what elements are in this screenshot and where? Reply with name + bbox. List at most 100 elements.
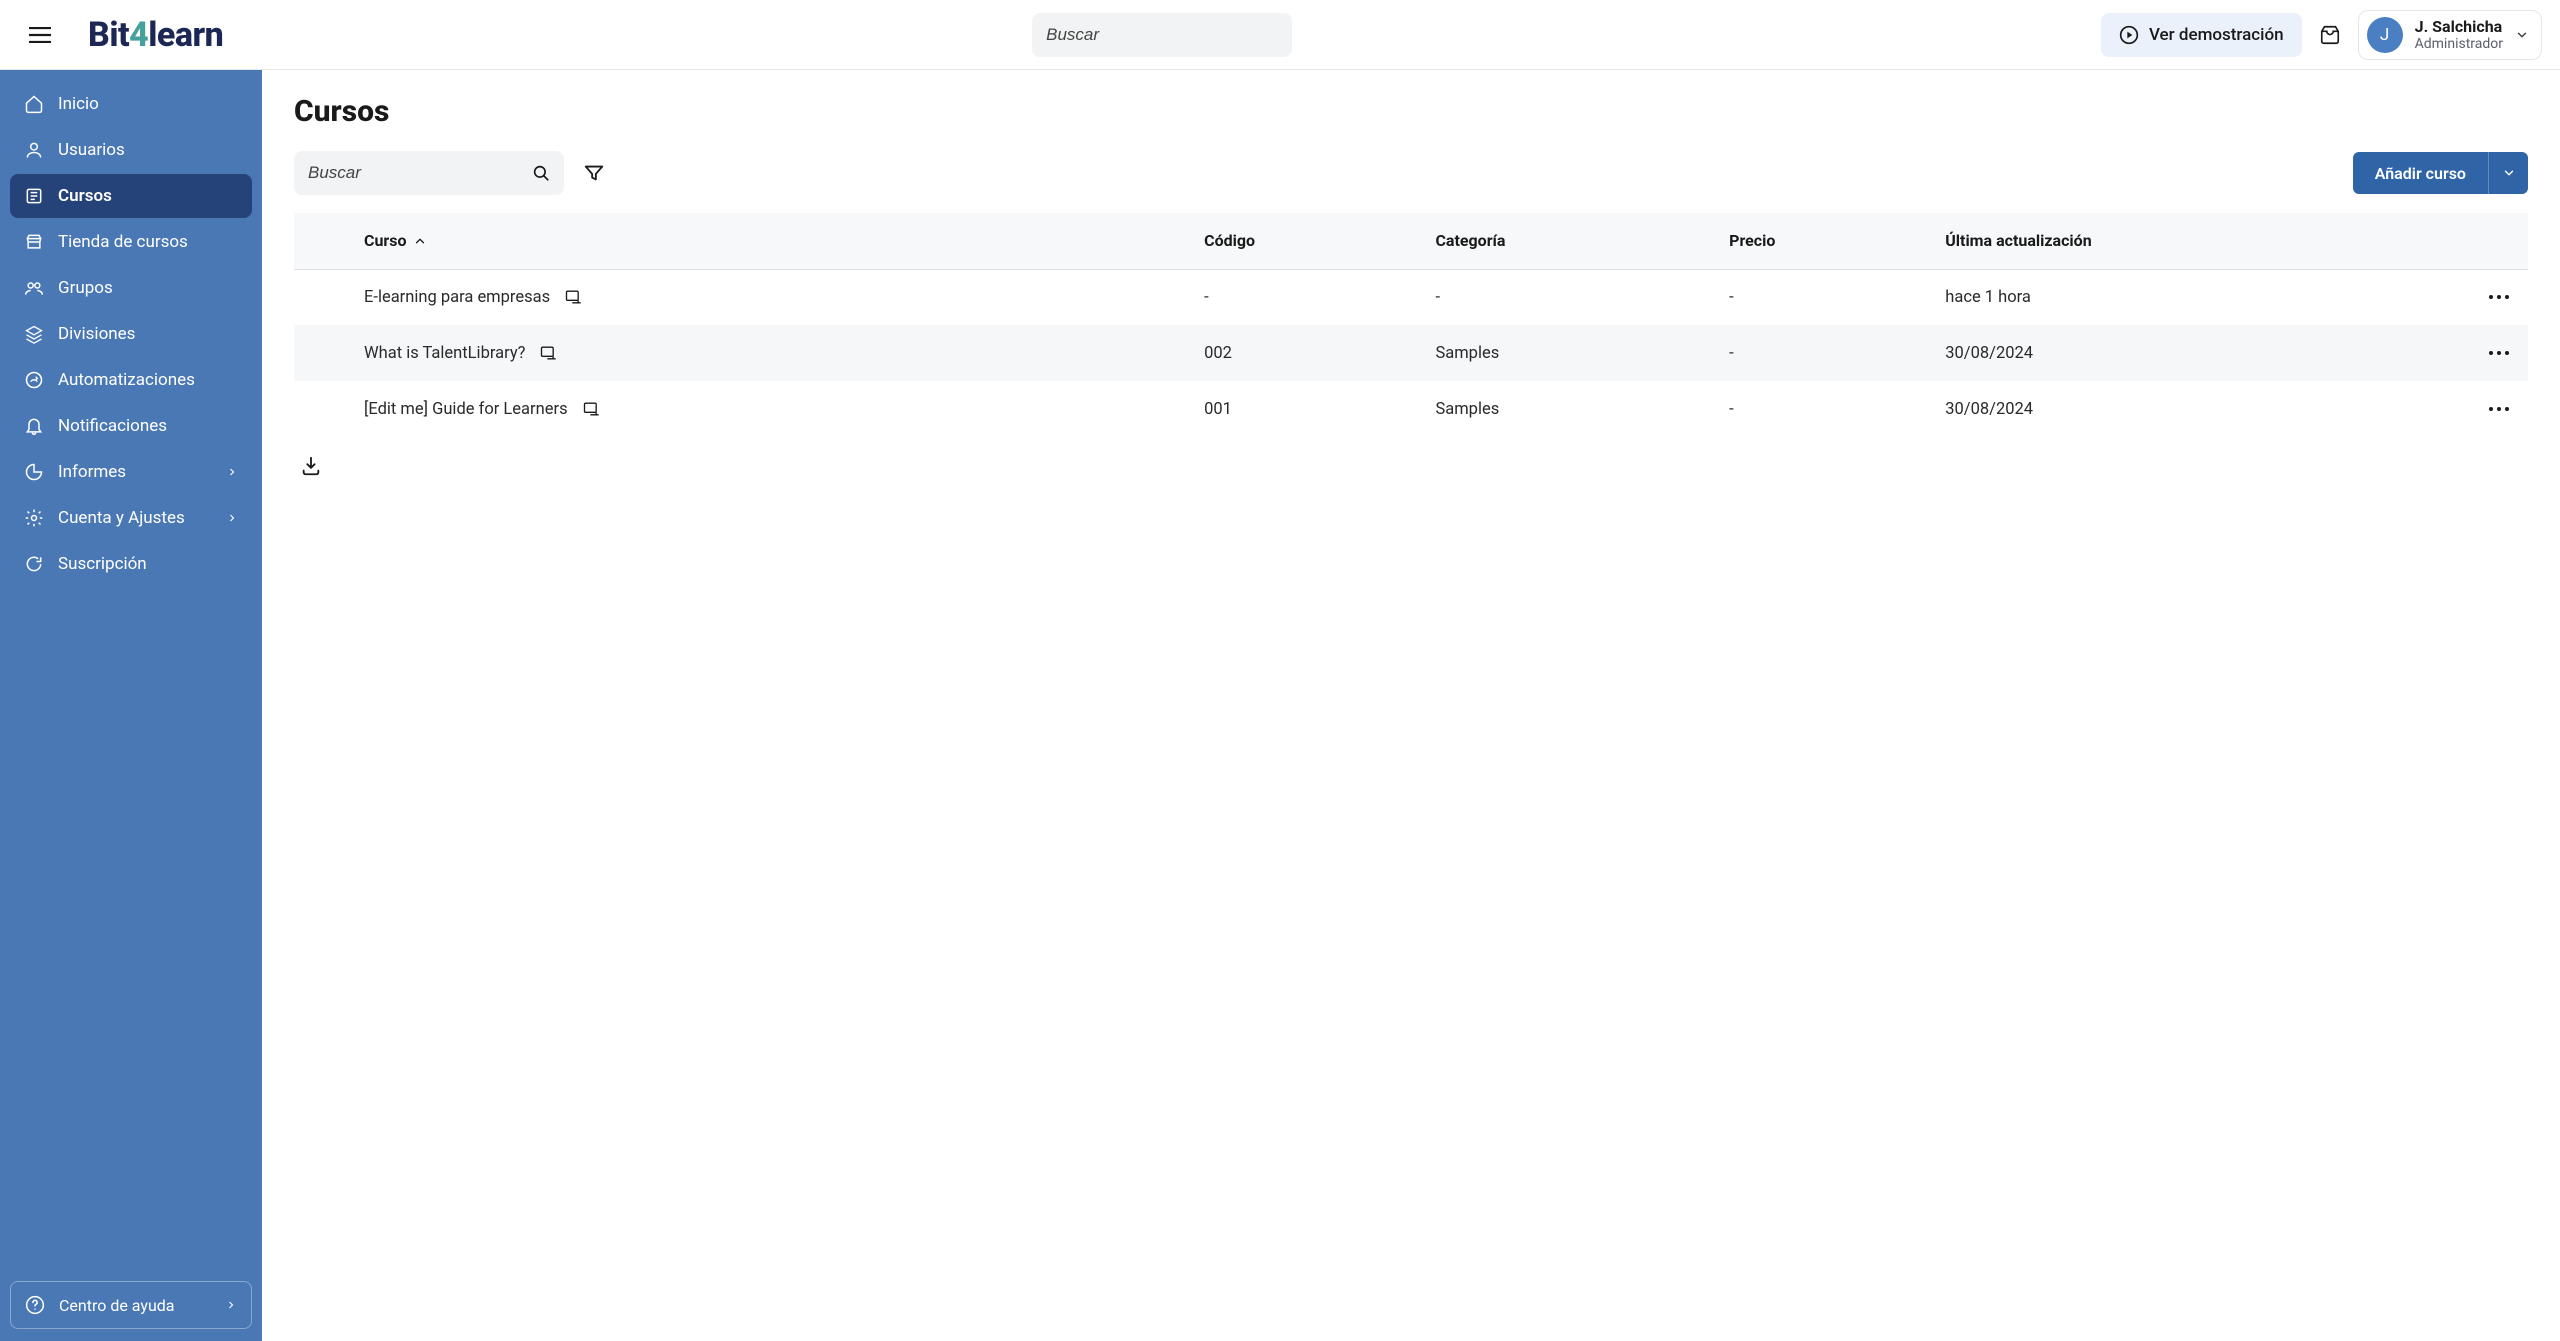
user-menu[interactable]: J J. Salchicha Administrador: [2358, 10, 2542, 60]
help-center-label: Centro de ayuda: [59, 1296, 175, 1315]
filter-button[interactable]: [582, 161, 606, 185]
sidebar-item-suscripcion[interactable]: Suscripción: [10, 542, 252, 586]
sidebar-item-label: Automatizaciones: [58, 370, 195, 390]
course-updated: hace 1 hora: [1945, 288, 2031, 307]
table-row[interactable]: E-learning para empresas - - - hace 1 ho…: [294, 269, 2528, 325]
chevron-right-icon: [226, 466, 238, 478]
col-select: [294, 213, 354, 269]
course-price: -: [1729, 400, 1734, 419]
course-name: E-learning para empresas: [364, 288, 550, 307]
view-demo-button[interactable]: Ver demostración: [2101, 13, 2302, 57]
course-category: -: [1435, 288, 1440, 307]
sidebar-item-tienda[interactable]: Tienda de cursos: [10, 220, 252, 264]
col-category[interactable]: Categoría: [1425, 213, 1719, 269]
avatar: J: [2367, 17, 2403, 53]
logo-mid: 4: [129, 15, 148, 55]
add-course-split-button: Añadir curso: [2353, 152, 2528, 194]
inbox-icon: [2319, 24, 2341, 46]
course-search-input[interactable]: [308, 163, 532, 183]
course-type-icon: [564, 287, 584, 307]
download-button[interactable]: [300, 455, 322, 477]
chevron-right-icon: [226, 512, 238, 524]
user-icon: [24, 140, 44, 160]
toolbar: Añadir curso: [294, 151, 2528, 195]
course-search[interactable]: [294, 151, 564, 195]
add-course-button[interactable]: Añadir curso: [2353, 152, 2488, 194]
add-course-label: Añadir curso: [2375, 164, 2466, 183]
more-icon: [2488, 294, 2510, 300]
sidebar-item-label: Grupos: [58, 278, 113, 298]
store-icon: [24, 232, 44, 252]
col-code[interactable]: Código: [1194, 213, 1425, 269]
col-updated[interactable]: Última actualización: [1935, 213, 2478, 269]
more-icon: [2488, 406, 2510, 412]
col-category-label: Categoría: [1435, 231, 1505, 250]
hamburger-icon: [29, 27, 51, 43]
sidebar-item-label: Divisiones: [58, 324, 135, 344]
course-name: What is TalentLibrary?: [364, 344, 525, 363]
course-code: 001: [1204, 400, 1232, 419]
sidebar-item-inicio[interactable]: Inicio: [10, 82, 252, 126]
home-icon: [24, 94, 44, 114]
course-name: [Edit me] Guide for Learners: [364, 400, 568, 419]
sidebar-item-label: Tienda de cursos: [58, 232, 188, 252]
course-updated: 30/08/2024: [1945, 400, 2033, 419]
course-type-icon: [539, 343, 559, 363]
sidebar-item-cuenta[interactable]: Cuenta y Ajustes: [10, 496, 252, 540]
page-title: Cursos: [294, 94, 2528, 129]
user-name: J. Salchicha: [2415, 17, 2503, 36]
sidebar-item-usuarios[interactable]: Usuarios: [10, 128, 252, 172]
row-actions-button[interactable]: [2478, 325, 2528, 381]
chevron-down-icon: [2502, 166, 2516, 180]
view-demo-label: Ver demostración: [2149, 25, 2284, 45]
logo-prefix: Bit: [88, 15, 129, 55]
row-actions-button[interactable]: [2478, 269, 2528, 325]
course-code: -: [1204, 288, 1209, 307]
sidebar-item-divisiones[interactable]: Divisiones: [10, 312, 252, 356]
play-circle-icon: [2119, 25, 2139, 45]
sidebar-item-grupos[interactable]: Grupos: [10, 266, 252, 310]
logo[interactable]: Bit4learn: [88, 15, 223, 55]
sidebar-item-cursos[interactable]: Cursos: [10, 174, 252, 218]
course-type-icon: [582, 399, 602, 419]
sidebar-item-label: Cuenta y Ajustes: [58, 508, 185, 528]
col-price[interactable]: Precio: [1719, 213, 1935, 269]
gear-icon: [24, 508, 44, 528]
inbox-button[interactable]: [2318, 23, 2342, 47]
sidebar-item-label: Inicio: [58, 94, 99, 114]
sidebar: Inicio Usuarios Cursos Tienda de cursos …: [0, 70, 262, 1341]
download-icon: [300, 455, 322, 477]
courses-table: Curso Código Categoría Precio Última act…: [294, 213, 2528, 437]
col-price-label: Precio: [1729, 231, 1775, 250]
layers-icon: [24, 324, 44, 344]
user-text: J. Salchicha Administrador: [2415, 17, 2503, 53]
sidebar-item-automatizaciones[interactable]: Automatizaciones: [10, 358, 252, 402]
avatar-initial: J: [2380, 25, 2389, 45]
chevron-down-icon: [2515, 28, 2529, 42]
global-search-input[interactable]: [1046, 25, 1270, 45]
global-search[interactable]: [1032, 13, 1292, 57]
menu-toggle-button[interactable]: [28, 23, 52, 47]
col-actions: [2478, 213, 2528, 269]
sidebar-item-label: Notificaciones: [58, 416, 167, 436]
search-icon: [532, 162, 550, 184]
col-course[interactable]: Curso: [354, 213, 1194, 269]
help-center-button[interactable]: Centro de ayuda: [10, 1281, 252, 1329]
chart-icon: [24, 462, 44, 482]
col-code-label: Código: [1204, 231, 1255, 250]
table-row[interactable]: What is TalentLibrary? 002 Samples - 30/…: [294, 325, 2528, 381]
sidebar-item-notificaciones[interactable]: Notificaciones: [10, 404, 252, 448]
row-actions-button[interactable]: [2478, 381, 2528, 437]
filter-icon: [583, 162, 605, 184]
table-row[interactable]: [Edit me] Guide for Learners 001 Samples…: [294, 381, 2528, 437]
col-updated-label: Última actualización: [1945, 231, 2091, 250]
sidebar-item-label: Usuarios: [58, 140, 125, 160]
course-updated: 30/08/2024: [1945, 344, 2033, 363]
course-price: -: [1729, 344, 1734, 363]
logo-suffix: learn: [148, 15, 223, 55]
col-course-label: Curso: [364, 231, 407, 250]
add-course-dropdown[interactable]: [2488, 152, 2528, 194]
sidebar-item-label: Suscripción: [58, 554, 147, 574]
course-category: Samples: [1435, 400, 1499, 419]
sidebar-item-informes[interactable]: Informes: [10, 450, 252, 494]
